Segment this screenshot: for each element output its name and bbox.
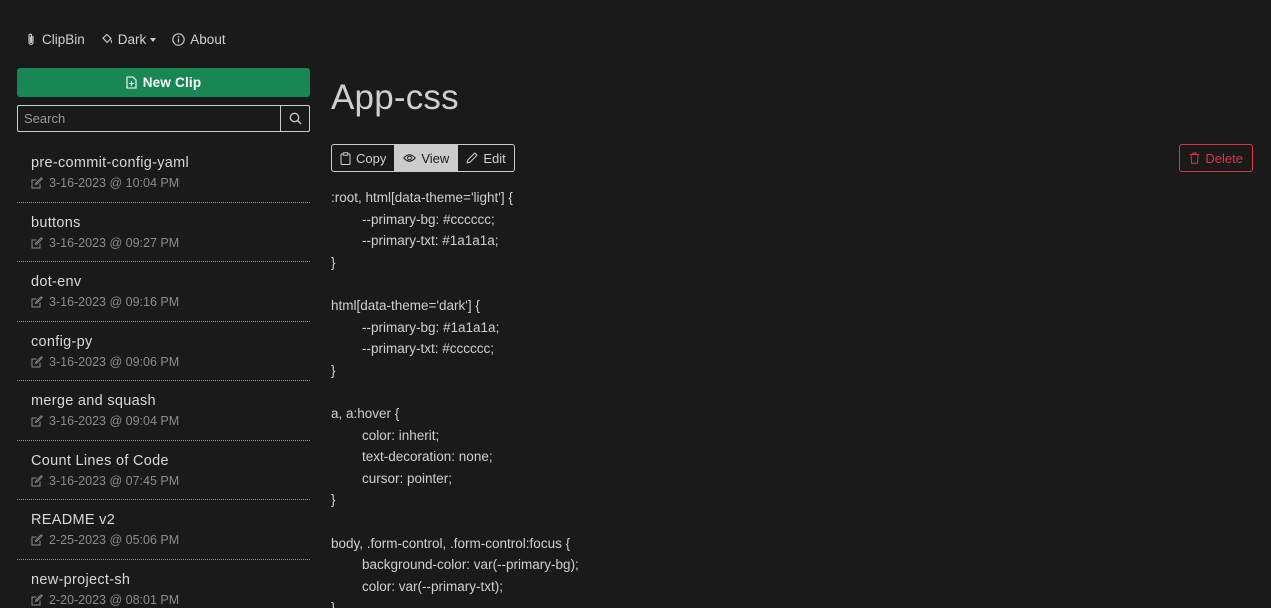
clip-title: Count Lines of Code xyxy=(31,452,169,469)
code-line: } xyxy=(331,362,336,378)
edit-square-icon xyxy=(31,236,43,249)
about-link[interactable]: About xyxy=(172,31,226,47)
view-button[interactable]: View xyxy=(395,144,459,172)
about-label: About xyxy=(190,31,226,47)
clip-title: config-py xyxy=(31,333,93,350)
copy-button[interactable]: Copy xyxy=(331,144,396,172)
top-nav: ClipBin Dark About xyxy=(26,30,226,48)
paperclip-icon xyxy=(26,33,37,46)
page-title: App-css xyxy=(331,78,459,117)
clip-date: 3-16-2023 @ 07:45 PM xyxy=(49,473,180,488)
clip-date: 3-16-2023 @ 10:04 PM xyxy=(49,176,180,190)
view-label: View xyxy=(421,150,450,166)
code-line: html[data-theme='dark'] { xyxy=(331,297,480,313)
sidebar: New Clip pre-commit-config-yaml 3-16-202… xyxy=(17,68,310,608)
code-line: color: inherit; xyxy=(362,427,440,443)
code-line: } xyxy=(331,254,336,270)
search-button[interactable] xyxy=(280,105,310,132)
edit-square-icon xyxy=(31,177,43,189)
list-item[interactable]: pre-commit-config-yaml 3-16-2023 @ 10:04… xyxy=(17,143,310,203)
list-item[interactable]: config-py 3-16-2023 @ 09:06 PM xyxy=(17,322,310,381)
trash-icon xyxy=(1189,152,1200,164)
clip-date: 3-16-2023 @ 09:04 PM xyxy=(49,414,180,428)
code-line: --primary-bg: #cccccc; xyxy=(362,211,495,227)
clip-title: merge and squash xyxy=(31,393,156,409)
code-line: background-color: var(--primary-bg); xyxy=(362,557,579,573)
code-line: text-decoration: none; xyxy=(362,449,493,465)
pencil-icon xyxy=(466,152,479,164)
clip-title: buttons xyxy=(31,214,81,231)
code-line: color: var(--primary-txt); xyxy=(362,578,503,594)
code-line: :root, html[data-theme='light'] { xyxy=(331,190,513,205)
list-item[interactable]: new-project-sh 2-20-2023 @ 08:01 PM xyxy=(17,560,310,608)
clipboard-icon xyxy=(340,151,351,165)
clip-title: pre-commit-config-yaml xyxy=(31,155,190,171)
eye-icon xyxy=(403,153,417,163)
clip-title: README v2 xyxy=(31,512,116,528)
list-item[interactable]: dot-env 3-16-2023 @ 09:16 PM xyxy=(17,262,310,322)
code-line: --primary-txt: #cccccc; xyxy=(362,341,495,357)
clip-list: pre-commit-config-yaml 3-16-2023 @ 10:04… xyxy=(17,143,310,608)
clip-date: 2-25-2023 @ 05:06 PM xyxy=(49,533,180,547)
edit-square-icon xyxy=(31,474,43,487)
search-icon xyxy=(289,112,302,125)
list-item[interactable]: merge and squash 3-16-2023 @ 09:04 PM xyxy=(17,381,310,441)
code-line: --primary-txt: #1a1a1a; xyxy=(362,233,499,249)
code-line: body, .form-control, .form-control:focus… xyxy=(331,535,571,551)
brand-link[interactable]: ClipBin xyxy=(26,32,85,47)
edit-square-icon xyxy=(31,296,43,308)
search-input[interactable] xyxy=(17,105,280,132)
clip-title: new-project-sh xyxy=(31,571,131,588)
clip-date: 3-16-2023 @ 09:16 PM xyxy=(49,295,180,309)
list-item[interactable]: Count Lines of Code 3-16-2023 @ 07:45 PM xyxy=(17,441,310,500)
new-clip-button[interactable]: New Clip xyxy=(17,68,310,97)
info-icon xyxy=(172,32,186,46)
new-clip-label: New Clip xyxy=(142,75,202,90)
clip-date: 3-16-2023 @ 09:06 PM xyxy=(49,354,180,369)
code-line: a, a:hover { xyxy=(331,405,400,421)
search-row xyxy=(17,105,310,132)
copy-label: Copy xyxy=(356,150,387,166)
theme-label: Dark xyxy=(117,31,147,47)
clip-date: 3-16-2023 @ 09:27 PM xyxy=(49,235,180,250)
code-line: } xyxy=(331,492,336,508)
edit-button[interactable]: Edit xyxy=(458,144,515,172)
caret-down-icon xyxy=(150,37,157,42)
edit-square-icon xyxy=(31,355,43,368)
edit-square-icon xyxy=(31,534,43,546)
main-content: App-css Copy View Edit Delete :root, htm… xyxy=(331,78,1253,608)
code-line: cursor: pointer; xyxy=(362,470,453,486)
brand-label: ClipBin xyxy=(42,31,85,47)
code-line: } xyxy=(331,600,336,608)
edit-label: Edit xyxy=(483,150,506,166)
code-line: --primary-bg: #1a1a1a; xyxy=(362,319,500,335)
clip-toolbar: Copy View Edit xyxy=(331,144,515,172)
theme-dropdown[interactable]: Dark xyxy=(101,32,157,47)
edit-square-icon xyxy=(31,593,43,606)
paint-bucket-icon xyxy=(101,33,113,45)
delete-button[interactable]: Delete xyxy=(1179,144,1253,172)
delete-label: Delete xyxy=(1205,150,1243,166)
list-item[interactable]: README v2 2-25-2023 @ 05:06 PM xyxy=(17,500,310,560)
list-item[interactable]: buttons 3-16-2023 @ 09:27 PM xyxy=(17,203,310,262)
edit-square-icon xyxy=(31,415,43,427)
clip-date: 2-20-2023 @ 08:01 PM xyxy=(49,592,180,607)
clip-title: dot-env xyxy=(31,274,82,290)
file-plus-icon xyxy=(126,76,137,89)
clip-content: :root, html[data-theme='light'] { --prim… xyxy=(331,187,1231,608)
